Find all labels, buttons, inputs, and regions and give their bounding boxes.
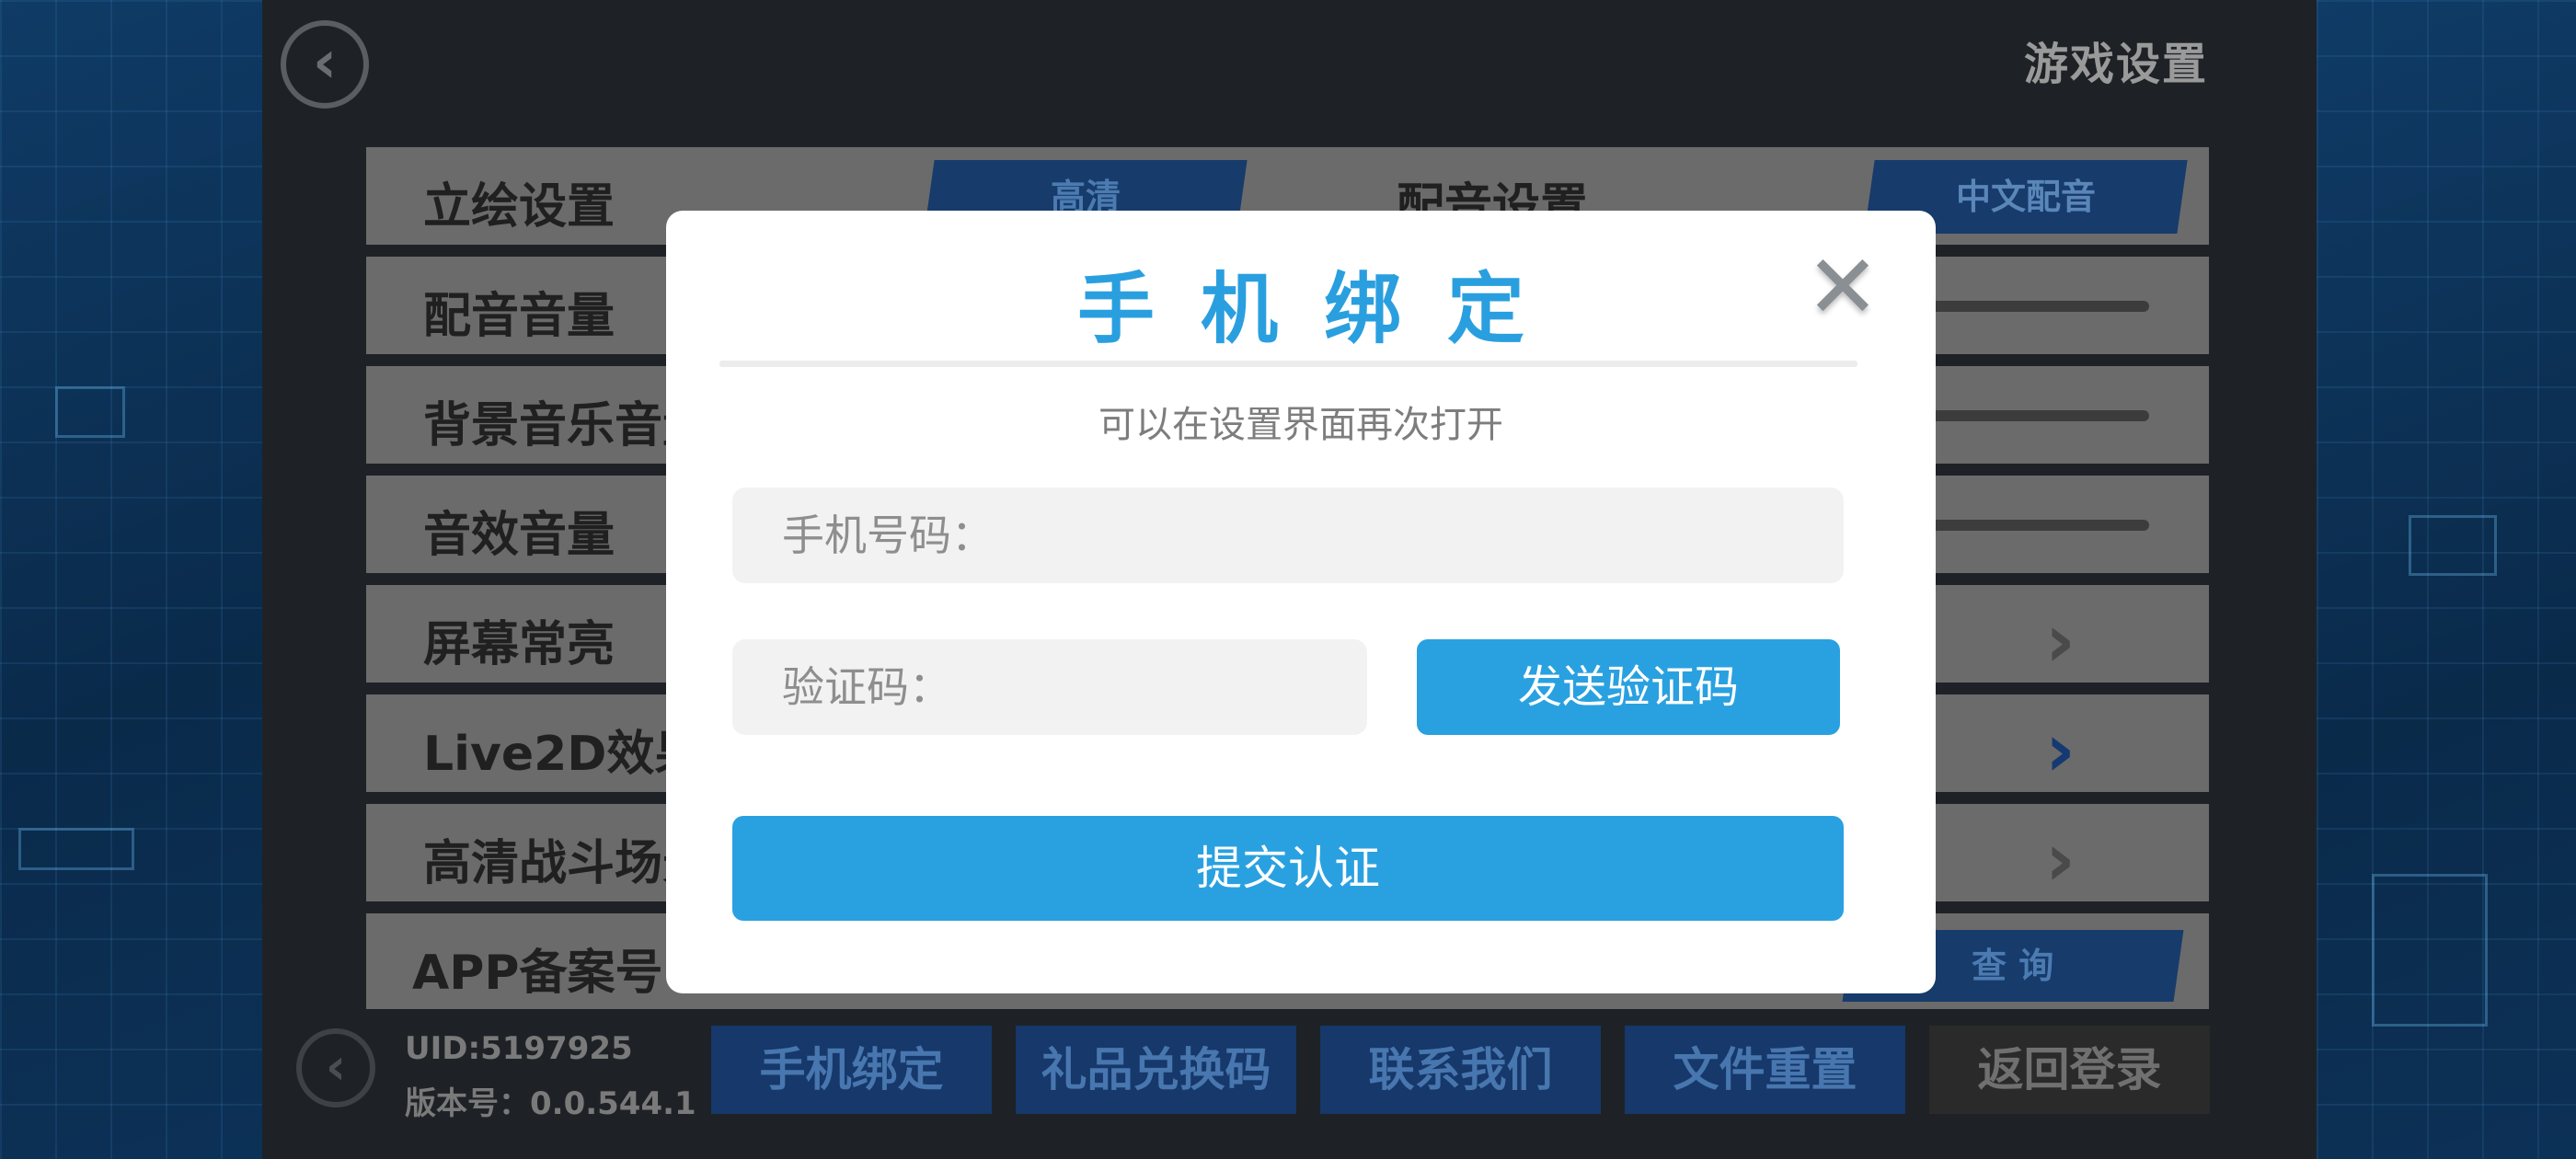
verification-code-input[interactable] [732,639,1367,735]
send-code-button[interactable]: 发送验证码 [1417,639,1840,735]
title-divider [719,361,1857,367]
phone-number-input[interactable] [732,488,1844,583]
dialog-title: 手机绑定 [1076,264,1570,354]
close-icon[interactable]: ✕ [1803,243,1882,331]
dialog-hint: 可以在设置界面再次打开 [1098,404,1503,446]
submit-verification-button[interactable]: 提交认证 [732,816,1844,921]
phone-bind-dialog: 手机绑定 ✕ 可以在设置界面再次打开 发送验证码 提交认证 [666,211,1936,993]
